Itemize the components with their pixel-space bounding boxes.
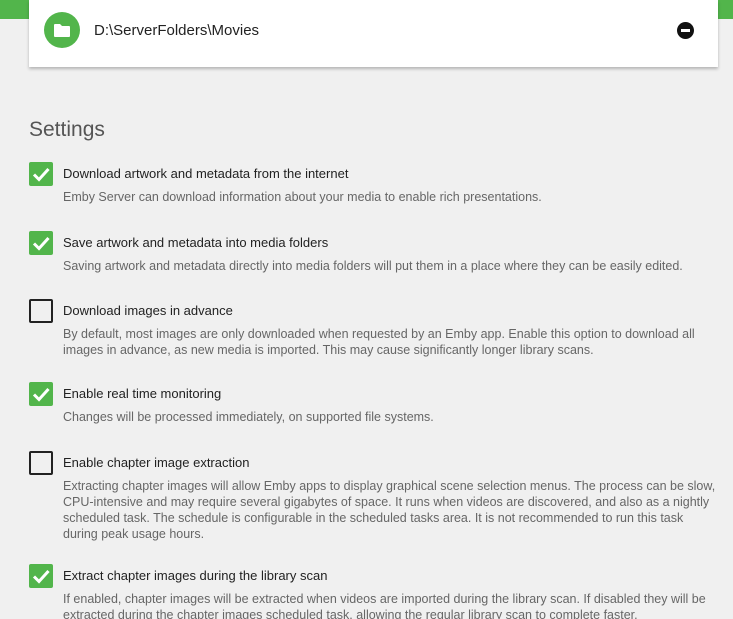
folder-card: D:\ServerFolders\Movies [29,0,718,67]
setting-label[interactable]: Save artwork and metadata into media fol… [63,235,328,250]
setting-description: Extracting chapter images will allow Emb… [63,479,716,541]
folder-path: D:\ServerFolders\Movies [94,22,260,39]
checkbox-download-images-advance[interactable] [29,299,53,323]
checkmark-icon [32,236,50,251]
setting-label[interactable]: Enable chapter image extraction [63,455,249,470]
checkbox-save-artwork-metadata[interactable] [29,231,53,255]
library-folder-settings-page: D:\ServerFolders\Movies Settings Downloa… [0,0,733,619]
setting-label[interactable]: Download artwork and metadata from the i… [63,166,348,181]
checkbox-extract-chapter-images-scan[interactable] [29,564,53,588]
folder-icon-circle [44,12,80,48]
setting-label[interactable]: Extract chapter images during the librar… [63,568,327,583]
checkmark-icon [32,569,50,584]
checkbox-chapter-image-extraction[interactable] [29,451,53,475]
setting-label[interactable]: Download images in advance [63,303,233,318]
setting-description: Changes will be processed immediately, o… [63,410,434,424]
setting-description: If enabled, chapter images will be extra… [63,592,706,619]
checkbox-download-artwork-metadata[interactable] [29,162,53,186]
remove-folder-button[interactable] [677,22,694,39]
setting-label[interactable]: Enable real time monitoring [63,386,221,401]
folder-icon [54,23,70,37]
setting-description: Saving artwork and metadata directly int… [63,259,683,273]
settings-heading: Settings [29,118,105,141]
setting-description: By default, most images are only downloa… [63,327,695,357]
setting-description: Emby Server can download information abo… [63,190,542,204]
checkmark-icon [32,167,50,182]
checkbox-real-time-monitoring[interactable] [29,382,53,406]
checkmark-icon [32,387,50,402]
